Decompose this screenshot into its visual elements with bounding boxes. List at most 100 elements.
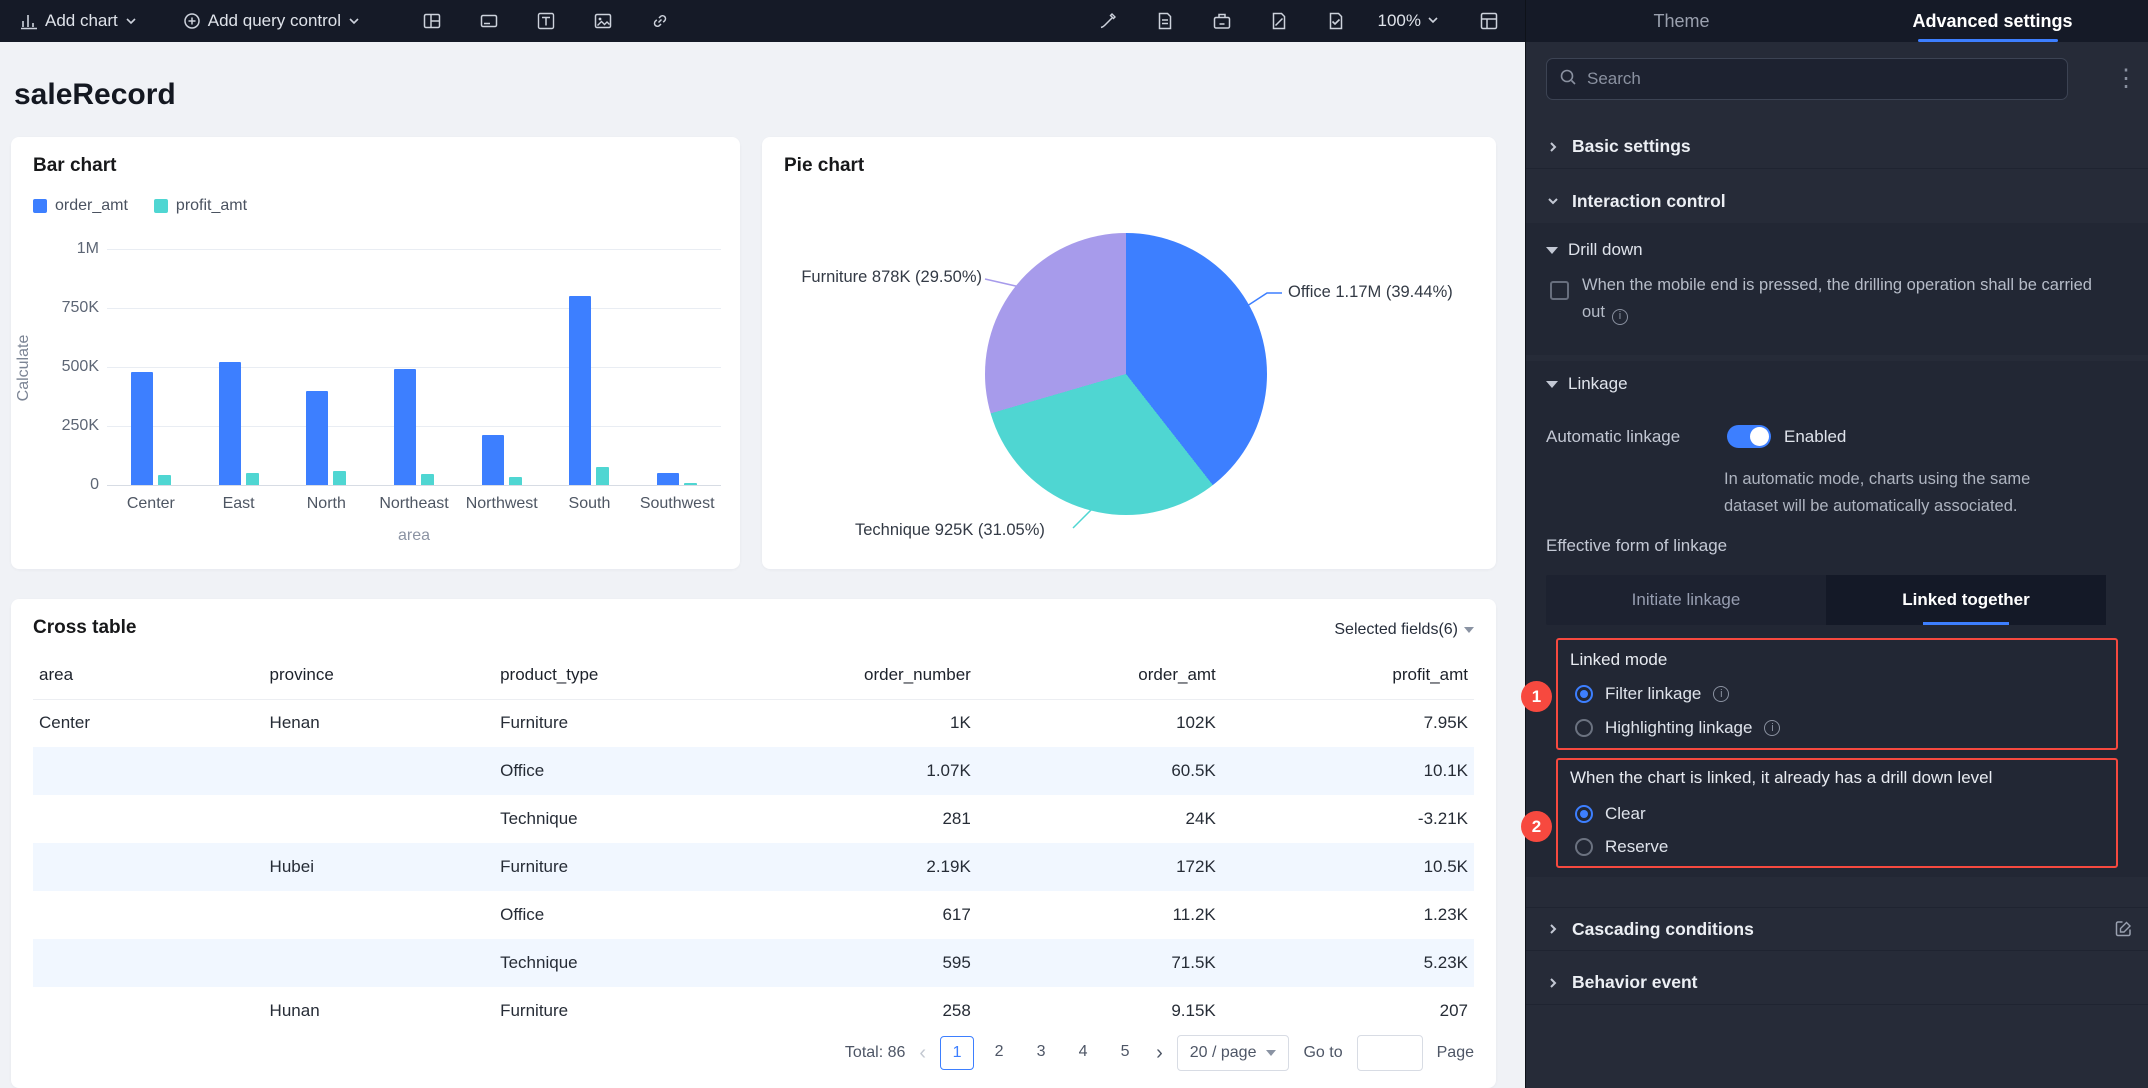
table-row[interactable]: HubeiFurniture2.19K172K10.5K <box>33 843 1474 891</box>
page-button-5[interactable]: 5 <box>1108 1036 1142 1070</box>
radio-clear[interactable] <box>1575 805 1593 823</box>
more-options-icon[interactable]: ⋮ <box>2114 62 2138 96</box>
pie-circle[interactable] <box>985 233 1267 515</box>
info-icon[interactable]: i <box>1612 309 1628 325</box>
table-cell: 2.19K <box>732 843 977 891</box>
page-numbers: 12345 <box>940 1036 1142 1070</box>
legend-item-order_amt[interactable]: order_amt <box>33 197 128 215</box>
table-row[interactable]: Technique28124K-3.21K <box>33 795 1474 843</box>
page-button-4[interactable]: 4 <box>1066 1036 1100 1070</box>
automatic-linkage-switch[interactable] <box>1727 425 1771 448</box>
drill-mobile-checkbox[interactable] <box>1550 281 1569 300</box>
table-row[interactable]: CenterHenanFurniture1K102K7.95K <box>33 699 1474 747</box>
page-button-1[interactable]: 1 <box>940 1036 974 1070</box>
page-button-2[interactable]: 2 <box>982 1036 1016 1070</box>
search-input[interactable] <box>1587 69 2055 89</box>
search-box[interactable] <box>1546 58 2068 100</box>
table-row[interactable]: Office61711.2K1.23K <box>33 891 1474 939</box>
section-basic-settings[interactable]: Basic settings <box>1526 125 2148 169</box>
bar-profit_amt-Northeast[interactable] <box>421 474 434 485</box>
section-behavior-event[interactable]: Behavior event <box>1526 961 2148 1005</box>
radio-reserve[interactable] <box>1575 838 1593 856</box>
document-icon[interactable] <box>1155 11 1175 31</box>
section-interaction-control[interactable]: Interaction control <box>1526 179 2148 223</box>
bar-order_amt-Southwest[interactable] <box>657 473 679 485</box>
bar-order_amt-North[interactable] <box>306 391 328 485</box>
bar-profit_amt-East[interactable] <box>246 473 259 485</box>
file-block-icon[interactable] <box>1269 11 1289 31</box>
table-cell: 1K <box>732 699 977 747</box>
cross-table-card[interactable]: Cross table Selected fields(6) areaprovi… <box>11 599 1496 1088</box>
card-icon[interactable] <box>479 11 499 31</box>
add-query-control-button[interactable]: Add query control <box>183 11 360 31</box>
bar-profit_amt-Center[interactable] <box>158 475 171 485</box>
column-header-order_number[interactable]: order_number <box>732 651 977 699</box>
table-cell: 1.07K <box>732 747 977 795</box>
table-cell: 71.5K <box>977 939 1222 987</box>
table-row[interactable]: Technique59571.5K5.23K <box>33 939 1474 987</box>
selected-fields-dropdown[interactable]: Selected fields(6) <box>1334 621 1474 639</box>
linkage-toggle[interactable]: Linkage <box>1546 374 1628 394</box>
column-header-area[interactable]: area <box>33 651 264 699</box>
info-icon[interactable]: i <box>1713 686 1729 702</box>
theme-brush-icon[interactable] <box>1098 11 1118 31</box>
tab-linked-together[interactable]: Linked together <box>1826 575 2106 625</box>
column-header-profit_amt[interactable]: profit_amt <box>1222 651 1474 699</box>
page-button-3[interactable]: 3 <box>1024 1036 1058 1070</box>
section-cascading-conditions[interactable]: Cascading conditions <box>1526 907 2148 951</box>
column-header-province[interactable]: province <box>264 651 495 699</box>
layout-icon[interactable] <box>422 11 442 31</box>
add-chart-button[interactable]: Add chart <box>20 11 137 31</box>
column-header-product_type[interactable]: product_type <box>494 651 732 699</box>
tab-advanced-settings[interactable]: Advanced settings <box>1837 0 2148 42</box>
bar-order_amt-Northwest[interactable] <box>482 435 504 485</box>
table-cell <box>33 987 264 1035</box>
bar-order_amt-South[interactable] <box>569 296 591 485</box>
bar-profit_amt-North[interactable] <box>333 471 346 485</box>
bar-order_amt-Northeast[interactable] <box>394 369 416 485</box>
goto-page-input[interactable] <box>1357 1035 1423 1071</box>
filter-linkage-option[interactable]: Filter linkage i <box>1575 684 1729 704</box>
save-icon[interactable] <box>1212 11 1232 31</box>
table-row[interactable]: Office1.07K60.5K10.1K <box>33 747 1474 795</box>
column-header-order_amt[interactable]: order_amt <box>977 651 1222 699</box>
drill-down-toggle[interactable]: Drill down <box>1546 240 1643 260</box>
table-cell: 5.23K <box>1222 939 1474 987</box>
tab-initiate-linkage[interactable]: Initiate linkage <box>1546 575 1826 625</box>
clear-option[interactable]: Clear <box>1575 804 1646 824</box>
clear-label: Clear <box>1605 804 1646 824</box>
file-check-icon[interactable] <box>1326 11 1346 31</box>
bar-profit_amt-South[interactable] <box>596 467 609 485</box>
table-cell: Office <box>494 747 732 795</box>
bar-chart-title: Bar chart <box>33 155 116 177</box>
drill-level-annotation-box: When the chart is linked, it already has… <box>1556 758 2118 868</box>
prev-page-button[interactable]: ‹ <box>919 1042 926 1065</box>
image-icon[interactable] <box>593 11 613 31</box>
table-row[interactable]: HunanFurniture2589.15K207 <box>33 987 1474 1035</box>
reserve-option[interactable]: Reserve <box>1575 837 1668 857</box>
bar-chart-card[interactable]: Bar chart order_amtprofit_amt Calculate … <box>11 137 740 569</box>
edit-icon[interactable] <box>2114 919 2133 943</box>
highlighting-linkage-option[interactable]: Highlighting linkage i <box>1575 718 1780 738</box>
table-cell: Henan <box>264 699 495 747</box>
page-size-select[interactable]: 20 / page <box>1177 1035 1290 1071</box>
legend-item-profit_amt[interactable]: profit_amt <box>154 197 247 215</box>
bar-profit_amt-Southwest[interactable] <box>684 483 697 485</box>
x-tick-label: North <box>282 495 370 513</box>
tab-theme[interactable]: Theme <box>1526 0 1837 42</box>
pie-chart-card[interactable]: Pie chart Office 1.17M (39.44%) Furnitur… <box>762 137 1496 569</box>
chevron-right-icon <box>1546 140 1560 154</box>
pie-label-technique: Technique 925K (31.05%) <box>855 521 1045 540</box>
bar-order_amt-Center[interactable] <box>131 372 153 485</box>
page-title: saleRecord <box>14 78 176 112</box>
bar-order_amt-East[interactable] <box>219 362 241 485</box>
zoom-control[interactable]: 100% <box>1378 11 1439 31</box>
bar-profit_amt-Northwest[interactable] <box>509 477 522 485</box>
text-icon[interactable] <box>536 11 556 31</box>
info-icon[interactable]: i <box>1764 720 1780 736</box>
grid-icon[interactable] <box>1479 11 1499 31</box>
next-page-button[interactable]: › <box>1156 1042 1163 1065</box>
radio-highlighting-linkage[interactable] <box>1575 719 1593 737</box>
radio-filter-linkage[interactable] <box>1575 685 1593 703</box>
link-icon[interactable] <box>650 11 670 31</box>
